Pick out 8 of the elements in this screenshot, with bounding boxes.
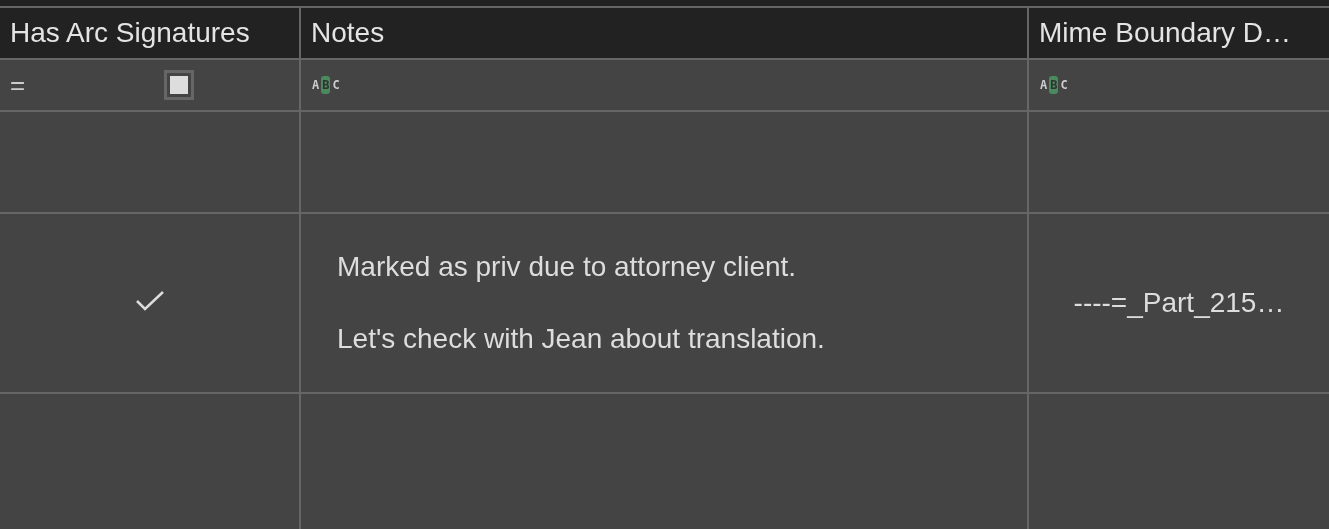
table-cell-text: Let's check with Jean about translation. xyxy=(337,323,825,355)
table-cell-text: ----=_Part_215… xyxy=(1073,287,1285,319)
column-header[interactable]: Mime Boundary D… xyxy=(1029,8,1329,58)
filter-operator[interactable]: = xyxy=(10,72,26,98)
filter-checkbox[interactable] xyxy=(164,70,194,100)
table-cell-text: Marked as priv due to attorney client. xyxy=(337,251,797,283)
column-header[interactable]: Has Arc Signatures xyxy=(0,8,299,58)
column-header[interactable]: Notes xyxy=(301,8,1027,58)
